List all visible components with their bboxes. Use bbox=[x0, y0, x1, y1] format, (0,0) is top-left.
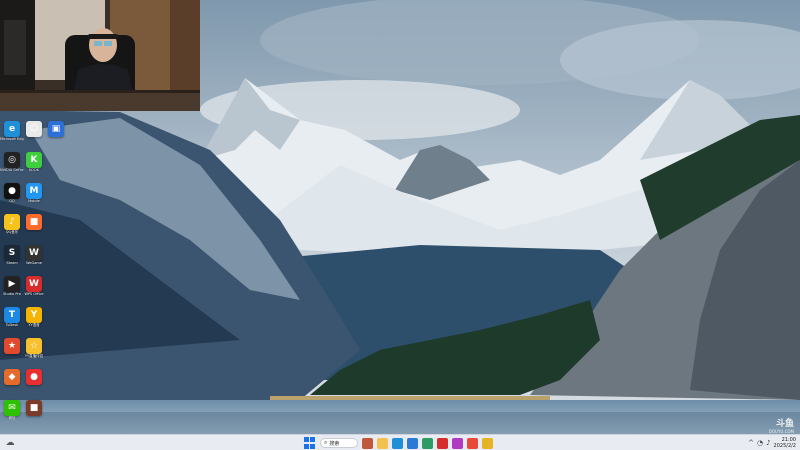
desktop-icon-qq[interactable]: ● QQ bbox=[2, 183, 22, 211]
yy-icon: Y bbox=[26, 307, 42, 323]
desktop-icon-app16[interactable]: ★ bbox=[2, 338, 22, 366]
taskbar-media-icon[interactable] bbox=[452, 437, 463, 449]
taskbar-store-icon[interactable] bbox=[407, 437, 418, 449]
remote-desktop-icon: ▣ bbox=[48, 121, 64, 137]
mobile-app-icon: M bbox=[26, 183, 42, 199]
app-icon: ● bbox=[26, 369, 42, 385]
qq-penguin-icon: ● bbox=[4, 183, 20, 199]
streaming-watermark: 斗鱼 DOUYU.COM bbox=[769, 416, 794, 434]
system-tray: ^ ◔ ♪ 21:00 2025/2/2 bbox=[748, 436, 796, 450]
desktop-icon-mobile[interactable]: M Mobile bbox=[24, 183, 44, 211]
desktop-icon-label: YY语音 bbox=[28, 323, 40, 327]
taskbar-app-icon[interactable] bbox=[482, 437, 493, 449]
desktop-icon-studio[interactable]: ▶ Studio Pro bbox=[2, 276, 22, 304]
desktop-icon-label: Microsoft Edge bbox=[0, 137, 24, 141]
desktop-icon-label: Mobile bbox=[28, 199, 40, 203]
chevron-up-icon[interactable]: ^ bbox=[748, 439, 754, 447]
desktop-icon-label: Studio Pro bbox=[3, 292, 21, 296]
desktop-icon-nvidia[interactable]: ◎NVIDIA GeForce bbox=[0, 152, 24, 180]
volume-icon[interactable]: ♪ bbox=[766, 439, 770, 447]
clock-date: 2025/2/2 bbox=[773, 443, 796, 449]
desktop-icon-label: WPS Office bbox=[24, 292, 44, 296]
desktop-icon-app8[interactable]: ■ bbox=[24, 214, 44, 242]
desktop-icon-wechat[interactable]: ✉ 微信 bbox=[2, 400, 22, 428]
taskbar-edge-icon[interactable] bbox=[392, 437, 403, 449]
desktop-icon-remote[interactable]: ▣ bbox=[46, 121, 66, 149]
search-placeholder: 搜索 bbox=[329, 440, 340, 447]
taskbar-file-explorer-icon[interactable] bbox=[377, 437, 388, 449]
steam-icon: S bbox=[4, 245, 20, 261]
webcam-overlay bbox=[0, 0, 200, 111]
todesk-icon: T bbox=[4, 307, 20, 323]
desktop-icon-app19[interactable]: ● bbox=[24, 369, 44, 397]
desktop-icon-todesk[interactable]: T ToDesk bbox=[2, 307, 22, 335]
desktop-icon-app17[interactable]: ☆ YY直播伴侣 bbox=[24, 338, 44, 366]
start-button[interactable] bbox=[304, 437, 316, 449]
desktop-icon-app21[interactable]: ■ bbox=[24, 400, 44, 428]
taskbar-photos-icon[interactable] bbox=[422, 437, 433, 449]
taskbar-search[interactable]: ⌕ 搜索 bbox=[320, 438, 358, 448]
app-icon: ☆ bbox=[26, 338, 42, 354]
desktop-icon-yy[interactable]: Y YY语音 bbox=[24, 307, 44, 335]
desktop-icon-label: 微信 bbox=[8, 416, 16, 420]
desktop-icon-label: QQ音乐 bbox=[5, 230, 19, 234]
desktop-icon-label: YY直播伴侣 bbox=[24, 354, 44, 358]
desktop-icon-wps[interactable]: W WPS Office bbox=[24, 276, 44, 304]
wechat-icon: ✉ bbox=[4, 400, 20, 416]
desktop-icon-user[interactable]: ☺ bbox=[24, 121, 44, 149]
user-icon: ☺ bbox=[26, 121, 42, 137]
desktop-icon-label: NVIDIA GeForce bbox=[0, 168, 24, 172]
desktop-icon-steam[interactable]: S Steam bbox=[2, 245, 22, 273]
desktop-icon-edge[interactable]: e Microsoft Edge bbox=[0, 121, 24, 149]
desktop-icon-label: QQ bbox=[9, 199, 15, 203]
app-icon: ◆ bbox=[4, 369, 20, 385]
desktop-icon-label: Steam bbox=[6, 261, 18, 265]
watermark-text: 斗鱼 bbox=[775, 419, 794, 429]
nvidia-icon: ◎ bbox=[4, 152, 20, 168]
desktop-icon-app18[interactable]: ◆ bbox=[2, 369, 22, 397]
kook-icon: K bbox=[26, 152, 42, 168]
desktop-icon-label: ToDesk bbox=[5, 323, 19, 327]
desktop-icon-grid: eMicrosoft Edge☺▣◎NVIDIA GeForceKKOOK●QQ… bbox=[0, 121, 64, 428]
studio-icon: ▶ bbox=[4, 276, 20, 292]
weather-widget-icon[interactable]: ☁ bbox=[4, 437, 16, 449]
taskbar-center: ⌕ 搜索 bbox=[304, 437, 493, 449]
app-icon: ■ bbox=[26, 214, 42, 230]
search-icon: ⌕ bbox=[324, 439, 328, 446]
taskbar-wps-icon[interactable] bbox=[437, 437, 448, 449]
wegame-icon: W bbox=[26, 245, 42, 261]
desktop-icon-wegame[interactable]: W WeGame bbox=[24, 245, 44, 273]
edge-icon: e bbox=[4, 121, 20, 137]
desktop-icon-qqmusic[interactable]: ♪ QQ音乐 bbox=[2, 214, 22, 242]
taskbar: ☁ ⌕ 搜索 ^ ◔ ♪ 21:00 2025/2/2 bbox=[0, 434, 800, 450]
desktop-icon-kook[interactable]: K KOOK bbox=[24, 152, 44, 180]
clock[interactable]: 21:00 2025/2/2 bbox=[774, 437, 796, 449]
network-icon[interactable]: ◔ bbox=[757, 439, 763, 447]
app-icon: ★ bbox=[4, 338, 20, 354]
taskbar-widgets-icon[interactable] bbox=[362, 437, 373, 449]
qq-music-icon: ♪ bbox=[4, 214, 20, 230]
desktop-icon-label: WeGame bbox=[26, 261, 42, 265]
app-icon: ■ bbox=[26, 400, 42, 416]
desktop-icon-label: KOOK bbox=[29, 168, 39, 172]
wps-icon: W bbox=[26, 276, 42, 292]
taskbar-chrome-icon[interactable] bbox=[467, 437, 478, 449]
